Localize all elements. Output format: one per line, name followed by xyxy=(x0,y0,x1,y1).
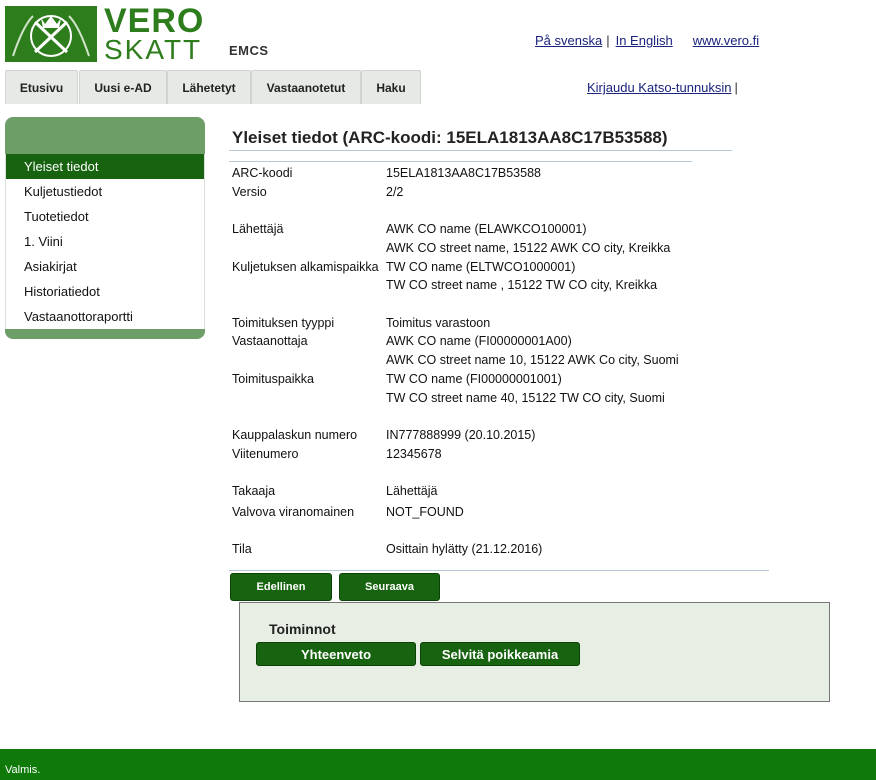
label-status: Tila xyxy=(232,542,252,556)
label-consignee: Vastaanottaja xyxy=(232,334,308,348)
value-reference-number: 12345678 xyxy=(386,447,442,461)
label-reference-number: Viitenumero xyxy=(232,447,299,461)
value-supervising-authority: NOT_FOUND xyxy=(386,505,464,519)
sidebar-item-historiatiedot[interactable]: Historiatiedot xyxy=(6,279,204,304)
vero-skatt-logo[interactable]: VERO SKATT xyxy=(5,2,203,65)
tab-haku[interactable]: Haku xyxy=(361,70,421,104)
link-svenska[interactable]: På svenska xyxy=(535,33,602,48)
value-arc-code: 15ELA1813AA8C17B53588 xyxy=(386,166,541,180)
sidebar-header xyxy=(5,117,205,154)
value-status: Osittain hylätty (21.12.2016) xyxy=(386,542,543,556)
status-text: Valmis. xyxy=(5,764,41,776)
value-sender-address: AWK CO street name, 15122 AWK CO city, K… xyxy=(386,241,671,255)
value-dispatch-name: TW CO name (ELTWCO1000001) xyxy=(386,260,576,274)
value-delivery-type: Toimitus varastoon xyxy=(386,316,491,330)
value-guarantor: Lähettäjä xyxy=(386,484,438,498)
divider xyxy=(229,161,692,162)
value-delivery-place-name: TW CO name (FI00000001001) xyxy=(386,372,562,386)
summary-button[interactable]: Yhteenveto xyxy=(256,642,416,666)
page-title: Yleiset tiedot (ARC-koodi: 15ELA1813AA8C… xyxy=(232,128,668,147)
label-delivery-type: Toimituksen tyyppi xyxy=(232,316,335,330)
next-button[interactable]: Seuraava xyxy=(339,573,440,601)
status-bar: Valmis. xyxy=(0,749,876,780)
sidebar: Yleiset tiedot Kuljetustiedot Tuotetiedo… xyxy=(5,117,205,339)
previous-button[interactable]: Edellinen xyxy=(230,573,332,601)
actions-panel: Toiminnot Yhteenveto Selvitä poikkeamia xyxy=(239,602,830,702)
label-dispatch-place: Kuljetuksen alkamispaikka xyxy=(232,260,379,274)
tab-vastaanotetut[interactable]: Vastaanotetut xyxy=(251,70,361,104)
value-consignee-address: AWK CO street name 10, 15122 AWK Co city… xyxy=(386,353,679,367)
value-version: 2/2 xyxy=(386,185,404,199)
label-guarantor: Takaaja xyxy=(232,484,276,498)
divider xyxy=(229,570,769,571)
value-sender-name: AWK CO name (ELAWKCO100001) xyxy=(386,222,587,236)
link-vero-fi[interactable]: www.vero.fi xyxy=(693,33,759,48)
login-link-wrapper: Kirjaudu Katso-tunnuksin | xyxy=(587,80,738,95)
label-supervising-authority: Valvova viranomainen xyxy=(232,505,355,519)
sidebar-footer xyxy=(5,329,205,339)
actions-title: Toiminnot xyxy=(269,621,336,637)
sidebar-item-asiakirjat[interactable]: Asiakirjat xyxy=(6,254,204,279)
explain-discrepancies-button[interactable]: Selvitä poikkeamia xyxy=(420,642,580,666)
tab-uusi-ead[interactable]: Uusi e-AD xyxy=(79,70,167,104)
sidebar-item-yleiset-tiedot[interactable]: Yleiset tiedot xyxy=(6,154,204,179)
header-links: På svenska | In English www.vero.fi xyxy=(535,33,759,48)
sidebar-item-kuljetustiedot[interactable]: Kuljetustiedot xyxy=(6,179,204,204)
divider xyxy=(229,150,732,151)
sidebar-item-tuotetiedot[interactable]: Tuotetiedot xyxy=(6,204,204,229)
logo-word-skatt: SKATT xyxy=(104,34,203,65)
sidebar-list: Yleiset tiedot Kuljetustiedot Tuotetiedo… xyxy=(5,154,205,329)
value-delivery-place-address: TW CO street name 40, 15122 TW CO city, … xyxy=(386,391,665,405)
value-invoice-number: IN777888999 (20.10.2015) xyxy=(386,428,536,442)
separator: | xyxy=(606,33,610,48)
label-arc-code: ARC-koodi xyxy=(232,166,293,180)
tab-lahetetyt[interactable]: Lähetetyt xyxy=(167,70,251,104)
label-sender: Lähettäjä xyxy=(232,222,284,236)
value-consignee-name: AWK CO name (FI00000001A00) xyxy=(386,334,572,348)
tab-etusivu[interactable]: Etusivu xyxy=(5,70,78,104)
sidebar-item-viini[interactable]: 1. Viini xyxy=(6,229,204,254)
link-english[interactable]: In English xyxy=(616,33,673,48)
value-dispatch-address: TW CO street name , 15122 TW CO city, Kr… xyxy=(386,278,658,292)
sidebar-item-vastaanottoraportti[interactable]: Vastaanottoraportti xyxy=(6,304,204,329)
separator: | xyxy=(734,80,738,95)
app-title: EMCS xyxy=(229,43,269,58)
label-delivery-place: Toimituspaikka xyxy=(232,372,314,386)
label-version: Versio xyxy=(232,185,267,199)
vero-emblem-icon xyxy=(5,6,97,62)
label-invoice-number: Kauppalaskun numero xyxy=(232,428,358,442)
login-link[interactable]: Kirjaudu Katso-tunnuksin xyxy=(587,80,732,95)
